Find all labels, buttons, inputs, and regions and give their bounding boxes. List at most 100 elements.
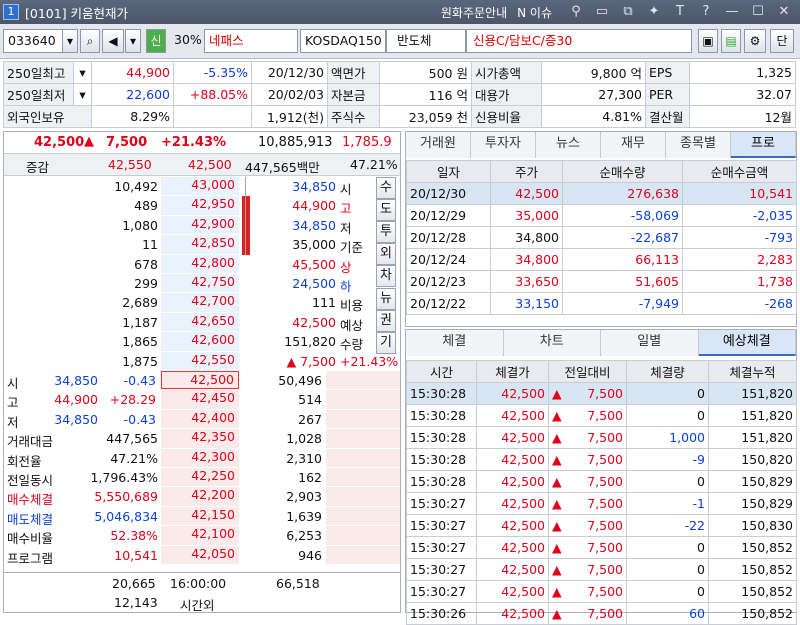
single-button[interactable]: 단 <box>770 29 794 53</box>
ask-price-cell[interactable]: 42,750 <box>161 274 239 293</box>
tab-3[interactable]: 뉴스 <box>536 132 601 158</box>
layout-icon[interactable]: ▣ <box>698 29 718 53</box>
bottom-tab-1[interactable]: 체결 <box>406 330 504 356</box>
price-change: 7,500 <box>106 135 148 150</box>
bid-price-cell[interactable]: 42,050 <box>161 545 239 564</box>
table-row[interactable]: 20/12/30 42,500 276,638 10,541 <box>406 182 797 205</box>
font-icon[interactable]: T <box>670 4 690 20</box>
tab-1[interactable]: 거래원 <box>406 132 471 158</box>
side-button-6[interactable]: 뉴 <box>376 287 396 310</box>
ask-price-cell[interactable]: 42,600 <box>161 332 239 351</box>
code-dropdown-icon[interactable]: ▾ <box>62 29 78 53</box>
order-info-link[interactable]: 원화주문안내 <box>441 4 507 21</box>
ask-price-cell[interactable]: 43,000 <box>161 177 239 196</box>
table-row[interactable]: 15:30:28 42,500 ▲ 7,500 0 151,820 <box>406 382 797 405</box>
info-right-value: ▲ 7,500 <box>286 353 336 369</box>
table-row[interactable]: 15:30:27 42,500 ▲ 7,500 -1 150,829 <box>406 492 797 515</box>
table-row[interactable]: 15:30:27 42,500 ▲ 7,500 0 150,852 <box>406 580 797 603</box>
column-header: 일자 <box>406 160 491 183</box>
link-icon[interactable]: ⚲ <box>566 4 586 20</box>
table-row[interactable]: 20/12/29 35,000 -58,069 -2,035 <box>406 204 797 227</box>
bid-bar <box>326 371 400 390</box>
stock-code-input[interactable]: 033640 <box>3 29 63 53</box>
help-icon[interactable]: ? <box>696 4 716 20</box>
copy-icon[interactable]: ⧉ <box>618 4 638 20</box>
volume-ratio: 1,785.9 <box>342 135 392 150</box>
bottom-tab-2[interactable]: 차트 <box>503 330 601 356</box>
bid-price-cell[interactable]: 42,100 <box>161 526 239 545</box>
table-row[interactable]: 15:30:28 42,500 ▲ 7,500 0 151,820 <box>406 404 797 427</box>
chart-icon[interactable]: ▤ <box>721 29 741 53</box>
table-cell: 42,500 <box>476 426 549 449</box>
bid-qty: 6,253 <box>286 528 322 544</box>
ask-price-cell[interactable]: 42,800 <box>161 254 239 273</box>
side-button-2[interactable]: 도 <box>376 199 396 222</box>
side-button-4[interactable]: 외 <box>376 243 396 266</box>
change-value: 7,500 <box>587 606 623 621</box>
bid-bar <box>326 390 400 409</box>
table-cell: 15:30:28 <box>406 426 477 449</box>
ask-price-cell[interactable]: 42,650 <box>161 312 239 332</box>
table-cell: -2,035 <box>682 204 797 227</box>
table-row[interactable]: 20/12/23 33,650 51,605 1,738 <box>406 270 797 293</box>
table-row[interactable]: 15:30:28 42,500 ▲ 7,500 -9 150,820 <box>406 448 797 471</box>
ask-price-cell[interactable]: 42,950 <box>161 196 239 215</box>
ask-price-cell[interactable]: 42,850 <box>161 235 239 254</box>
table-row[interactable]: 15:30:28 42,500 ▲ 7,500 0 150,829 <box>406 470 797 493</box>
low250-dropdown-icon[interactable]: ▾ <box>73 83 92 106</box>
title-bar: 1 [0101] 키움현재가 원화주문안내 N 이슈 ⚲ ▭ ⧉ ✦ T ? —… <box>0 0 800 24</box>
left-info-label: 시 <box>7 376 19 391</box>
table-row[interactable]: 20/12/22 33,150 -7,949 -268 <box>406 292 797 315</box>
pin-icon[interactable]: ✦ <box>644 4 664 20</box>
table-row[interactable]: 15:30:28 42,500 ▲ 7,500 1,000 151,820 <box>406 426 797 449</box>
ask-price-cell[interactable]: 42,900 <box>161 215 239 235</box>
table-row[interactable]: 15:30:27 42,500 ▲ 7,500 -22 150,830 <box>406 514 797 537</box>
gear-icon[interactable]: ⚙ <box>744 29 766 53</box>
minimize-icon[interactable]: — <box>722 4 742 20</box>
side-button-7[interactable]: 권 <box>376 309 396 332</box>
info-label[interactable]: EPS <box>645 61 690 84</box>
window-icon[interactable]: ▭ <box>592 4 612 20</box>
table-cell: 42,500 <box>476 536 549 559</box>
up-arrow-icon: ▲ <box>552 408 562 423</box>
table-cell: ▲ 7,500 <box>548 448 627 471</box>
table-row[interactable]: 15:30:27 42,500 ▲ 7,500 0 150,852 <box>406 536 797 559</box>
bid-price-cell[interactable]: 42,350 <box>161 429 239 448</box>
ask-price-cell[interactable]: 42,550 <box>161 351 239 370</box>
change-value: 7,500 <box>587 452 623 467</box>
side-button-3[interactable]: 투 <box>376 221 396 244</box>
column-header: 시간 <box>406 360 477 383</box>
bottom-tab-4[interactable]: 예상체결 <box>698 330 796 356</box>
table-cell: ▲ 7,500 <box>548 536 627 559</box>
high250-dropdown-icon[interactable]: ▾ <box>73 61 92 84</box>
table-row[interactable]: 15:30:26 42,500 ▲ 7,500 60 150,852 <box>406 602 797 625</box>
table-row[interactable]: 20/12/24 34,800 66,113 2,283 <box>406 248 797 271</box>
maximize-icon[interactable]: ☐ <box>748 4 768 20</box>
ask-price-cell[interactable]: 42,700 <box>161 293 239 312</box>
speaker-dropdown-icon[interactable]: ▾ <box>125 29 141 53</box>
tab-5[interactable]: 종목별 <box>666 132 731 158</box>
tab-4[interactable]: 재무 <box>601 132 666 158</box>
speaker-icon[interactable]: ◀ <box>102 29 124 53</box>
bottom-tab-3[interactable]: 일별 <box>601 330 699 356</box>
table-row[interactable]: 20/12/28 34,800 -22,687 -793 <box>406 226 797 249</box>
search-icon[interactable]: ⌕ <box>80 29 100 53</box>
bid-price-cell[interactable]: 42,200 <box>161 487 239 506</box>
bid-price-cell[interactable]: 42,500 <box>161 371 239 390</box>
tab-6[interactable]: 프로 <box>731 132 796 158</box>
bid-price-cell[interactable]: 42,300 <box>161 448 239 467</box>
ask-qty: 10,492 <box>114 179 158 194</box>
news-issue-link[interactable]: N 이슈 <box>517 4 552 21</box>
table-row[interactable]: 15:30:27 42,500 ▲ 7,500 0 150,852 <box>406 558 797 581</box>
bid-price-cell[interactable]: 42,250 <box>161 468 239 487</box>
bid-price-cell[interactable]: 42,450 <box>161 390 239 409</box>
bid-price-cell[interactable]: 42,150 <box>161 506 239 526</box>
left-info-value: 34,850 <box>54 411 98 427</box>
side-button-1[interactable]: 수 <box>376 177 396 199</box>
bid-price-cell[interactable]: 42,400 <box>161 409 239 429</box>
close-icon[interactable]: ✕ <box>774 4 794 20</box>
info-label[interactable]: PER <box>645 83 690 106</box>
side-button-5[interactable]: 차 <box>376 265 396 288</box>
tab-2[interactable]: 투자자 <box>471 132 536 158</box>
side-button-8[interactable]: 기 <box>376 331 396 354</box>
